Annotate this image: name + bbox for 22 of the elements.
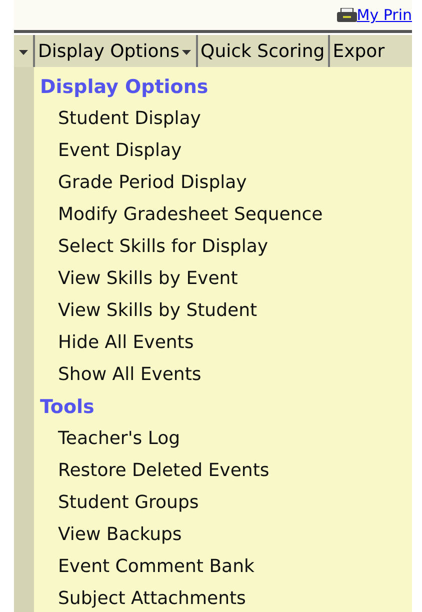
menu-item[interactable]: Event Comment Bank bbox=[40, 551, 412, 583]
menu-item[interactable]: Hide All Events bbox=[40, 327, 412, 359]
menu-item[interactable]: Student Display bbox=[40, 103, 412, 135]
menu-item[interactable]: Teacher's Log bbox=[40, 423, 412, 455]
menu-item[interactable]: Restore Deleted Events bbox=[40, 455, 412, 487]
menu-item[interactable]: View Skills by Student bbox=[40, 295, 412, 327]
caret-icon bbox=[182, 50, 191, 56]
menu-item[interactable]: View Backups bbox=[40, 519, 412, 551]
menu-item[interactable]: Event Display bbox=[40, 135, 412, 167]
menu-item[interactable]: Subject Attachments bbox=[40, 583, 412, 612]
menu-item[interactable]: Select Skills for Display bbox=[40, 231, 412, 263]
menu-section-heading: Tools bbox=[40, 395, 96, 420]
printer-icon bbox=[336, 8, 357, 22]
menu-item[interactable]: View Skills by Event bbox=[40, 263, 412, 295]
menu-tab[interactable]: Expor bbox=[330, 35, 388, 67]
menu-item[interactable]: Modify Gradesheet Sequence bbox=[40, 199, 412, 231]
menu-section-heading: Display Options bbox=[40, 75, 210, 100]
caret-icon bbox=[19, 50, 28, 56]
menu-item[interactable]: Grade Period Display bbox=[40, 167, 412, 199]
my-print-link[interactable]: My Prin bbox=[336, 6, 412, 24]
menu-item[interactable]: Student Groups bbox=[40, 487, 412, 519]
menu-item[interactable]: Show All Events bbox=[40, 359, 412, 391]
